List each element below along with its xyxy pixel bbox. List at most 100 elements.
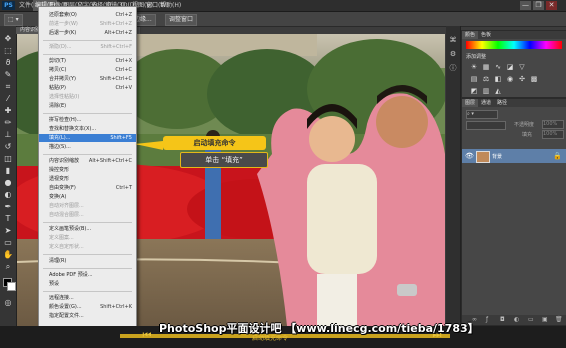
path-select-icon[interactable]: ➤	[3, 226, 13, 235]
edit-menu-item[interactable]: 自动对齐图层...	[39, 202, 136, 210]
edit-menu-item[interactable]: 拷贝(C) Ctrl+C	[39, 66, 136, 74]
edit-menu-item[interactable]: 清理(R)	[39, 257, 136, 265]
visibility-eye-icon[interactable]: 👁	[465, 152, 474, 160]
blur-tool-icon[interactable]: ●	[3, 178, 13, 187]
rewind-icon[interactable]: ⏮	[140, 330, 154, 342]
edit-menu-item[interactable]: 填充(L)... Shift+F5	[39, 134, 136, 142]
edit-menu-item[interactable]: 清除(E)	[39, 102, 136, 110]
brightness-icon[interactable]: ☀	[470, 63, 478, 71]
fill-field[interactable]: 100%	[542, 130, 564, 139]
pen-tool-icon[interactable]: ✒	[3, 202, 13, 211]
zoom-tool-icon[interactable]: ⌕	[3, 262, 13, 271]
edit-menu-item[interactable]: 定义画笔预设(B)...	[39, 225, 136, 233]
menu-item-shortcut: Ctrl+V	[115, 85, 132, 91]
maximize-button[interactable]: ❐	[533, 1, 544, 10]
brush-tool-icon[interactable]: ✏	[3, 118, 13, 127]
layer-filter-dropdown[interactable]: ⌕ ▾	[466, 110, 498, 119]
edit-menu-item[interactable]: 预设	[39, 280, 136, 288]
lasso-tool-icon[interactable]: ϑ	[3, 58, 13, 67]
type-tool-icon[interactable]: T	[3, 214, 13, 223]
menu-item-label: 透视变形	[49, 176, 70, 182]
edit-menu-item[interactable]: 合并拷贝(Y) Shift+Ctrl+C	[39, 75, 136, 83]
edit-menu-item[interactable]: 选择性粘贴(I)	[39, 93, 136, 101]
edit-menu-item[interactable]: 远程连接...	[39, 294, 136, 302]
posterize-icon[interactable]: ▥	[482, 87, 490, 95]
tool-preset-picker[interactable]: ⬚ ▾	[4, 14, 23, 26]
edit-menu-item[interactable]: 定义自定形状...	[39, 243, 136, 251]
edit-menu-item[interactable]: 还原套索(O) Ctrl+Z	[39, 11, 136, 19]
invert-icon[interactable]: ◩	[470, 87, 478, 95]
adjust-window-button[interactable]: 调整窗口	[165, 14, 198, 26]
threshold-icon[interactable]: ◭	[494, 87, 502, 95]
opacity-field[interactable]: 100%	[542, 120, 564, 129]
color-spectrum[interactable]	[466, 41, 562, 49]
layers-panel: 图层 通道 路径 ⌕ ▾ 不透明度 100% 填充 100% 👁 背景 🔒 ∞ ƒ …	[461, 98, 566, 326]
tab-channels[interactable]: 通道	[478, 99, 494, 107]
edit-menu-item[interactable]: 透视变形	[39, 175, 136, 183]
eraser-tool-icon[interactable]: ◫	[3, 154, 13, 163]
edit-menu-item[interactable]: 自由变换(F) Ctrl+T	[39, 184, 136, 192]
color-lookup-icon[interactable]: ▩	[530, 75, 538, 83]
levels-icon[interactable]: ▦	[482, 63, 490, 71]
hand-tool-icon[interactable]: ✋	[3, 250, 13, 259]
blend-mode-dropdown[interactable]	[466, 121, 506, 130]
crop-tool-icon[interactable]: ⌗	[3, 82, 13, 91]
stamp-tool-icon[interactable]: ⊥	[3, 130, 13, 139]
menu-separator	[43, 222, 132, 223]
edit-menu-item[interactable]: 渐隐(D)... Shift+Ctrl+F	[39, 43, 136, 51]
vibrance-icon[interactable]: ▽	[518, 63, 526, 71]
properties-icon[interactable]: ⚙	[449, 50, 457, 58]
edit-menu-item[interactable]: 指定配置文件...	[39, 312, 136, 320]
menu-item-label: 自动混合图层...	[49, 212, 84, 218]
tab-paths[interactable]: 路径	[494, 99, 510, 107]
trash-icon[interactable]: 🗑	[555, 316, 563, 323]
tab-layers[interactable]: 图层	[462, 99, 479, 107]
close-button[interactable]: ✕	[546, 1, 557, 10]
new-layer-icon[interactable]: ▣	[542, 316, 548, 323]
layer-row-background[interactable]: 👁 背景 🔒	[462, 149, 566, 163]
info-icon[interactable]: ⓘ	[449, 64, 457, 72]
hue-sat-icon[interactable]: ▤	[470, 75, 478, 83]
quick-mask-icon[interactable]: ◎	[3, 298, 13, 307]
edit-menu-item[interactable]: 颜色设置(G)... Shift+Ctrl+K	[39, 303, 136, 311]
panel-dock: ⌘ ⚙ ⓘ	[446, 26, 461, 326]
edit-menu-item[interactable]: 后退一步(K) Alt+Ctrl+Z	[39, 29, 136, 37]
move-tool-icon[interactable]: ✥	[3, 34, 13, 43]
eyedropper-icon[interactable]: ⁄	[3, 94, 13, 103]
gradient-tool-icon[interactable]: ▮	[3, 166, 13, 175]
curves-icon[interactable]: ∿	[494, 63, 502, 71]
edit-menu-item[interactable]: 拼写检查(H)...	[39, 116, 136, 124]
photo-filter-icon[interactable]: ◉	[506, 75, 514, 83]
minimize-button[interactable]: —	[520, 1, 531, 10]
quick-select-icon[interactable]: ✎	[3, 70, 13, 79]
dodge-tool-icon[interactable]: ◐	[3, 190, 13, 199]
menu-10[interactable]: 帮助(H)	[158, 0, 183, 11]
tab-swatches[interactable]: 色板	[478, 31, 494, 39]
healing-brush-icon[interactable]: ✚	[3, 106, 13, 115]
menu-item-label: 自由变换(F)	[49, 185, 76, 191]
edit-menu-item[interactable]: 剪切(T) Ctrl+X	[39, 57, 136, 65]
edit-menu-item[interactable]: 查找和替换文本(X)...	[39, 125, 136, 133]
edit-menu-item[interactable]: 粘贴(P) Ctrl+V	[39, 84, 136, 92]
black-white-icon[interactable]: ◧	[494, 75, 502, 83]
history-brush-icon[interactable]: ↺	[3, 142, 13, 151]
tab-color[interactable]: 颜色	[462, 31, 479, 39]
edit-menu-item[interactable]: 前进一步(W) Shift+Ctrl+Z	[39, 20, 136, 28]
app-logo: PS	[2, 1, 15, 10]
edit-menu-item[interactable]: 自动混合图层...	[39, 211, 136, 219]
background-color-swatch[interactable]	[7, 282, 16, 291]
menu-item-shortcut: Shift+F5	[110, 135, 132, 141]
channel-mixer-icon[interactable]: ✣	[518, 75, 526, 83]
edit-menu-item[interactable]: 定义图案...	[39, 234, 136, 242]
exposure-icon[interactable]: ◪	[506, 63, 514, 71]
edit-menu-item[interactable]: 操控变形	[39, 166, 136, 174]
history-icon[interactable]: ⌘	[449, 36, 457, 44]
edit-menu-item[interactable]: 变换(A)	[39, 193, 136, 201]
shape-tool-icon[interactable]: ▭	[3, 238, 13, 247]
color-balance-icon[interactable]: ⚖	[482, 75, 490, 83]
edit-menu-item[interactable]: 内容识别缩放 Alt+Shift+Ctrl+C	[39, 157, 136, 165]
new-group-icon[interactable]: ▭	[528, 316, 534, 323]
marquee-tool-icon[interactable]: ⬚	[3, 46, 13, 55]
edit-menu-item[interactable]: 描边(S)...	[39, 143, 136, 151]
edit-menu-item[interactable]: Adobe PDF 预设...	[39, 271, 136, 279]
